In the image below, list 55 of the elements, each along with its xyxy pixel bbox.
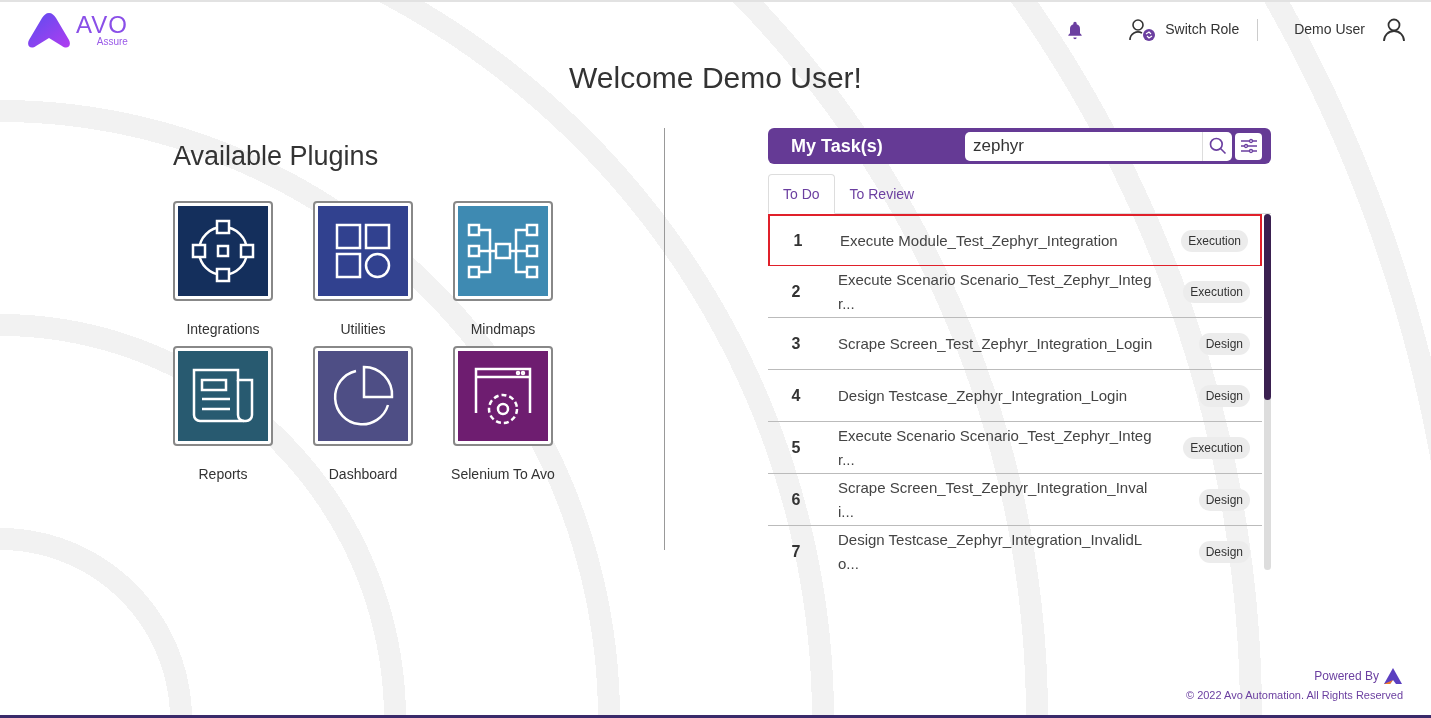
- task-name: Design Testcase_Zephyr_Integration_Login: [838, 385, 1129, 406]
- task-row[interactable]: 3 Scrape Screen_Test_Zephyr_Integration_Login Design: [768, 318, 1262, 370]
- task-name: Design Testcase_Zephyr_Integration_InvalidLo...: [838, 529, 1144, 570]
- task-name: Scrape Screen_Test_Zephyr_Integration_Login: [838, 333, 1154, 354]
- logo-icon: [1383, 666, 1403, 685]
- plugin-tile[interactable]: Mindmaps: [433, 202, 573, 340]
- task-tab[interactable]: To Review: [834, 174, 930, 214]
- task-row[interactable]: 5 Execute Scenario Scenario_Test_Zephyr_Integr... Execution: [768, 422, 1262, 474]
- tasks-title: My Task(s): [791, 134, 884, 158]
- task-row[interactable]: 6 Scrape Screen_Test_Zephyr_Integration_Invali... Design: [768, 474, 1262, 526]
- logo-text: AVO: [76, 12, 128, 37]
- plugin-tile[interactable]: Reports: [153, 347, 293, 485]
- logo-icon: [26, 10, 72, 49]
- task-row[interactable]: 1 Execute Module_Test_Zephyr_Integration Execution: [768, 214, 1262, 266]
- scrollbar[interactable]: [1264, 214, 1271, 570]
- task-type-badge: Execution: [1183, 280, 1250, 303]
- task-name: Scrape Screen_Test_Zephyr_Integration_Invali...: [838, 477, 1149, 522]
- task-type-badge: Design: [1198, 488, 1250, 511]
- plugin-tile[interactable]: Selenium To Avo: [433, 347, 573, 485]
- user-name: Demo User: [1294, 20, 1365, 39]
- user-swap-icon: [1129, 17, 1158, 42]
- task-number: 4: [790, 385, 802, 406]
- welcome-title: Welcome Demo User!: [568, 60, 863, 96]
- user-icon[interactable]: [1383, 17, 1405, 42]
- task-row[interactable]: 4 Design Testcase_Zephyr_Integration_Login Design: [768, 370, 1262, 422]
- task-tab[interactable]: To Do: [768, 174, 835, 214]
- plugin-tile[interactable]: Integrations: [153, 202, 293, 340]
- powered-by-text: Powered By: [1314, 667, 1379, 685]
- sliders-icon: [1239, 138, 1258, 154]
- task-type-badge: Design: [1198, 540, 1250, 563]
- task-name: Execute Module_Test_Zephyr_Integration: [840, 230, 1119, 251]
- search-field[interactable]: zephyr: [965, 131, 1202, 161]
- task-row[interactable]: 2 Execute Scenario Scenario_Test_Zephyr_Integr... Execution: [768, 266, 1262, 318]
- task-row[interactable]: 7 Design Testcase_Zephyr_Integration_InvalidLo... Design: [768, 526, 1262, 570]
- filter-button[interactable]: [1235, 132, 1262, 160]
- task-type-badge: Execution: [1183, 436, 1250, 459]
- task-number: 7: [790, 541, 802, 562]
- task-number: 2: [790, 281, 802, 302]
- task-name: Execute Scenario Scenario_Test_Zephyr_Integr...: [838, 425, 1153, 470]
- copyright-text: © 2022 Avo Automation. All Rights Reserved: [1185, 687, 1403, 703]
- task-number: 5: [790, 437, 802, 458]
- plugins-title: Available Plugins: [173, 140, 379, 173]
- task-number: 1: [792, 230, 804, 251]
- plugin-tile[interactable]: Dashboard: [293, 347, 433, 485]
- switch-role-button[interactable]: Switch Role: [1129, 17, 1240, 42]
- task-name: Execute Scenario Scenario_Test_Zephyr_Integr...: [838, 269, 1153, 314]
- logo-subtitle: Assure: [96, 36, 128, 47]
- search-icon: [1207, 136, 1228, 156]
- task-type-badge: Design: [1198, 384, 1250, 407]
- task-number: 3: [790, 333, 802, 354]
- task-type-badge: Execution: [1181, 229, 1248, 252]
- task-number: 6: [790, 489, 802, 510]
- search-button[interactable]: [1202, 131, 1232, 161]
- plugin-tile[interactable]: Utilities: [293, 202, 433, 340]
- task-type-badge: Design: [1198, 332, 1250, 355]
